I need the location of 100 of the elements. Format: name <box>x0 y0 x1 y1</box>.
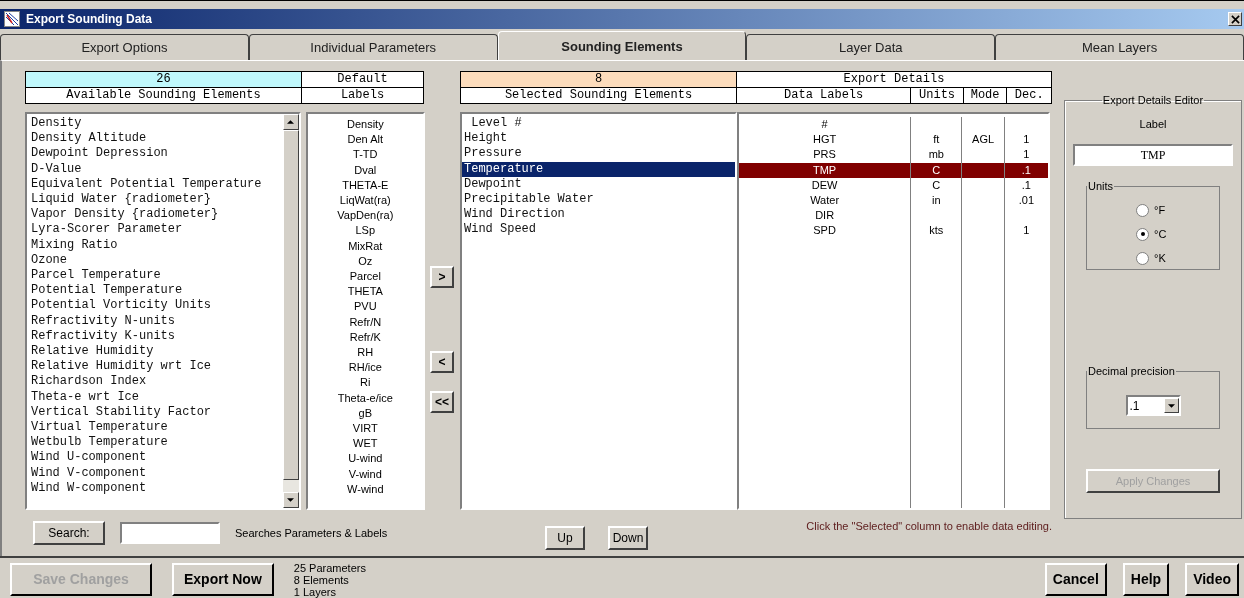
group-title: Units <box>1087 180 1115 192</box>
list-item[interactable]: Equivalent Potential Temperature <box>29 176 281 192</box>
move-button[interactable]: < <box>430 351 454 373</box>
label-item: THETA-E <box>341 177 390 193</box>
list-item[interactable]: Ozone <box>29 252 281 269</box>
chart-icon <box>4 11 20 27</box>
list-item[interactable]: Relative Humidity wrt Ice <box>29 359 281 375</box>
table-cell-text: 1 <box>1022 147 1031 163</box>
list-item[interactable]: Dewpoint <box>462 176 735 192</box>
move-button[interactable]: > <box>430 266 454 288</box>
label-item: WET <box>352 436 379 452</box>
table-cell-text: Water <box>809 192 841 208</box>
close-button[interactable] <box>1228 12 1242 26</box>
label-item: T-TD <box>352 147 379 163</box>
label-item: PVU <box>353 299 378 315</box>
group-title: Decimal precision <box>1087 365 1176 377</box>
list-item[interactable]: Richardson Index <box>29 374 281 390</box>
table-cell-text: 1 <box>1022 132 1031 148</box>
table-cell-text: AGL <box>971 132 996 148</box>
order-button[interactable]: Down <box>608 526 648 550</box>
field-label: Label <box>1139 118 1167 130</box>
column-header: Dec. <box>1006 88 1051 104</box>
stat-line: 25 Parameters <box>293 562 366 574</box>
selected-row-highlight <box>962 162 1004 178</box>
table-cell-text: .01 <box>1017 192 1035 208</box>
list-item[interactable]: Mixing Ratio <box>29 237 281 253</box>
tab[interactable]: Export Options <box>0 34 249 60</box>
list-item[interactable]: Height <box>462 131 735 147</box>
table-cell-text: mb <box>927 147 945 163</box>
list-item[interactable]: Level # <box>462 116 735 132</box>
table-cell-text: in <box>931 192 942 208</box>
table-cell: TMP <box>739 162 911 178</box>
label-item: Parcel <box>348 269 382 285</box>
list-item[interactable]: Temperature <box>462 161 735 177</box>
tab[interactable]: Mean Layers <box>995 34 1244 60</box>
label-item: Oz <box>357 253 374 269</box>
group-title: Export Details Editor <box>1101 94 1205 106</box>
label-item: W-wind <box>346 481 385 497</box>
list-item[interactable]: Wind W-component <box>29 480 281 497</box>
list-item[interactable]: Wind V-component <box>29 465 281 481</box>
column-header: Mode <box>962 88 1007 104</box>
footer-button[interactable]: Help <box>1122 562 1170 596</box>
search-note: Searches Parameters & Labels <box>235 527 388 539</box>
list-item[interactable]: Pressure <box>462 146 735 162</box>
tab[interactable]: Layer Data <box>746 34 996 60</box>
label-field[interactable]: TMP <box>1073 144 1233 166</box>
list-item[interactable]: Theta-e wrt Ice <box>29 389 281 405</box>
list-item[interactable]: Vapor Density {radiometer} <box>29 207 281 223</box>
list-item[interactable]: Liquid Water {radiometer} <box>29 192 281 208</box>
tab[interactable]: Sounding Elements <box>497 31 747 60</box>
table-cell-text: ft <box>932 132 941 148</box>
list-item[interactable]: Density Altitude <box>29 131 281 147</box>
list-item[interactable]: Lyra-Scorer Parameter <box>29 222 281 238</box>
search-field[interactable] <box>120 522 220 544</box>
list-item[interactable]: Wetbulb Temperature <box>29 435 281 451</box>
list-item[interactable]: Density <box>29 116 281 132</box>
column-header: Export Details <box>842 72 946 87</box>
table-cell-text: 1 <box>1022 223 1031 239</box>
list-item[interactable]: Precipitable Water <box>462 192 735 208</box>
list-item[interactable]: Potential Vorticity Units <box>29 298 281 314</box>
label-item: Dval <box>353 162 378 178</box>
tab[interactable]: Individual Parameters <box>248 34 498 60</box>
table-cell: .1 <box>1004 162 1048 178</box>
precision-dropdown[interactable]: .1 <box>1125 395 1181 416</box>
footer-button[interactable]: Video <box>1185 562 1239 596</box>
list-item[interactable]: Dewpoint Depression <box>29 146 281 162</box>
column-header: Units <box>910 88 963 104</box>
list-item[interactable]: Potential Temperature <box>29 283 281 299</box>
footer-button[interactable]: Export Now <box>172 562 274 596</box>
radio-button[interactable] <box>1136 203 1149 217</box>
list-item[interactable]: Wind U-component <box>29 450 281 466</box>
scroll-up-button[interactable] <box>282 114 299 130</box>
table-cell-text: SPD <box>812 223 837 239</box>
list-item[interactable]: Refractivity N-units <box>29 313 281 329</box>
move-button[interactable]: << <box>430 391 454 413</box>
radio-button[interactable] <box>1136 251 1149 265</box>
close-icon <box>1230 14 1240 24</box>
list-item[interactable]: Wind Direction <box>462 207 735 223</box>
caret-down-icon <box>1167 403 1175 408</box>
list-item[interactable]: D-Value <box>29 161 281 177</box>
radio-label: °K <box>1154 252 1167 264</box>
list-item[interactable]: Parcel Temperature <box>29 268 281 284</box>
label-item: V-wind <box>347 466 383 482</box>
scroll-down-button[interactable] <box>282 492 299 508</box>
label-item: LiqWat(ra) <box>338 193 392 208</box>
table-cell-text: .1 <box>1020 177 1032 193</box>
order-button[interactable]: Up <box>545 526 585 550</box>
label-item: VIRT <box>351 421 379 437</box>
radio-button[interactable] <box>1136 227 1149 241</box>
radio-label: °C <box>1154 228 1168 240</box>
list-item[interactable]: Wind Speed <box>462 222 735 238</box>
list-item[interactable]: Refractivity K-units <box>29 328 281 345</box>
list-item[interactable]: Vertical Stability Factor <box>29 404 281 421</box>
list-item[interactable]: Virtual Temperature <box>29 420 281 436</box>
search-button[interactable]: Search: <box>33 521 105 545</box>
label-item: RH <box>356 345 375 361</box>
hint-text: Click the "Selected" column to enable data editing. <box>806 520 1052 532</box>
list-item[interactable]: Relative Humidity <box>29 344 281 360</box>
column-header: Default <box>336 72 389 87</box>
footer-button[interactable]: Cancel <box>1044 562 1107 596</box>
